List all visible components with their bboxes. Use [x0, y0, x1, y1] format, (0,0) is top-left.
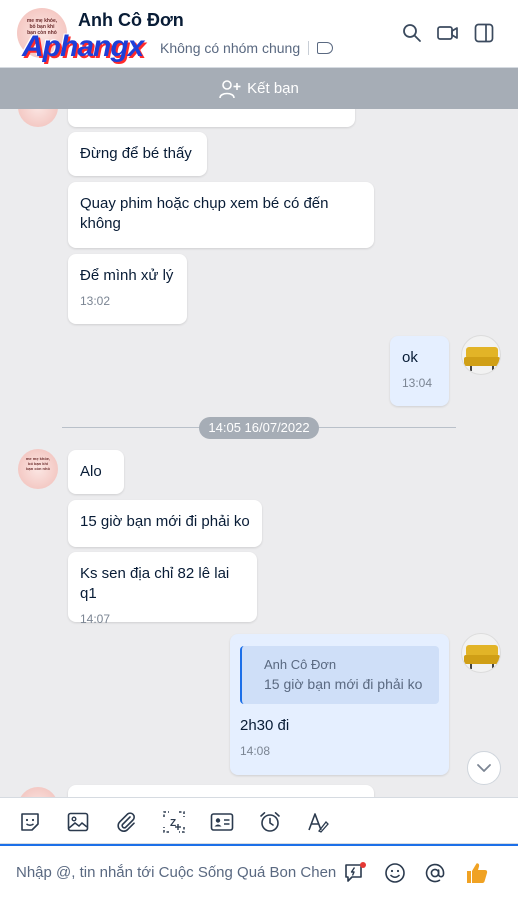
sender-avatar[interactable]: me mẹ khỏe, bố bạn khi bạn còn nhỏ [18, 449, 58, 489]
quoted-message[interactable]: Anh Cô Đơn 15 giờ bạn mới đi phải ko [240, 646, 439, 704]
search-button[interactable] [399, 20, 425, 46]
avatar-caption: me mẹ khỏe, bố bạn khi bạn còn nhỏ [25, 456, 51, 471]
sidebar-toggle-icon [474, 23, 494, 43]
scroll-to-bottom-button[interactable] [467, 751, 501, 785]
tag-icon[interactable] [317, 42, 334, 54]
common-groups-text[interactable]: Không có nhóm chung [160, 40, 300, 56]
message-text: 2h30 đi [240, 717, 290, 734]
date-separator: 14:05 16/07/2022 [62, 417, 456, 439]
mention-button[interactable] [422, 860, 448, 886]
message-text: Đừng để bé thấy [80, 145, 192, 162]
text-format-button[interactable] [305, 809, 331, 835]
message-bubble-partial[interactable] [68, 785, 374, 797]
send-like-button[interactable] [464, 860, 490, 886]
emoji-button[interactable] [382, 860, 408, 886]
video-call-button[interactable] [435, 20, 461, 46]
message-bubble[interactable]: 15 giờ bạn mới đi phải ko [68, 500, 262, 547]
my-avatar[interactable] [461, 335, 501, 375]
message-bubble[interactable]: Để mình xử lý 13:02 [68, 254, 187, 324]
divider [308, 41, 310, 55]
contact-card-icon [210, 813, 234, 831]
message-text: 15 giờ bạn mới đi phải ko [80, 513, 250, 530]
quick-message-button[interactable] [342, 860, 368, 886]
sticker-button[interactable] [17, 809, 43, 835]
quoted-text: 15 giờ bạn mới đi phải ko [264, 676, 423, 692]
contact-subtitle-row: Không có nhóm chung [160, 38, 339, 58]
text-format-icon [308, 813, 329, 833]
screenshot-button[interactable]: Z [161, 809, 187, 835]
screenshot-icon: Z [163, 811, 185, 833]
send-image-button[interactable] [65, 809, 91, 835]
attach-file-button[interactable] [113, 809, 139, 835]
date-separator-label: 14:05 16/07/2022 [199, 417, 319, 439]
thumbs-up-icon [467, 863, 488, 883]
message-composer [0, 844, 518, 897]
send-contact-button[interactable] [209, 809, 235, 835]
attachment-icon [117, 812, 135, 832]
add-friend-icon [219, 79, 241, 98]
message-bubble[interactable]: Đừng để bé thấy [68, 132, 207, 176]
my-message-bubble[interactable]: Anh Cô Đơn 15 giờ bạn mới đi phải ko 2h3… [230, 634, 449, 775]
message-time: 13:02 [80, 294, 111, 308]
sender-avatar[interactable] [18, 787, 58, 797]
composer-toolbar: Z [0, 797, 518, 844]
message-text: Ks sen địa chỉ 82 lê lai q1 [80, 565, 230, 602]
sticker-icon [21, 813, 39, 831]
message-list[interactable]: Đừng để bé thấy Quay phim hoặc chụp xem … [0, 109, 518, 797]
message-text: ok [402, 349, 418, 366]
add-friend-label: Kết bạn [247, 80, 299, 97]
search-icon [403, 24, 421, 42]
message-time: 13:04 [402, 376, 433, 390]
add-friend-button[interactable]: Kết bạn [0, 68, 518, 109]
chevron-down-icon [477, 764, 491, 772]
my-message-bubble[interactable]: ok 13:04 [390, 336, 449, 406]
image-icon [67, 812, 89, 832]
message-text: Alo [80, 463, 102, 480]
message-bubble-partial[interactable] [68, 109, 355, 127]
message-bubble[interactable]: Quay phim hoặc chụp xem bé có đến không [68, 182, 374, 248]
message-text: Để mình xử lý [80, 267, 174, 284]
mention-icon [425, 863, 445, 883]
message-bubble[interactable]: Ks sen địa chỉ 82 lê lai q1 14:07 [68, 552, 257, 626]
contact-name[interactable]: Anh Cô Đơn [78, 10, 184, 31]
reminder-button[interactable] [257, 809, 283, 835]
quoted-sender: Anh Cô Đơn [264, 657, 337, 672]
watermark-logo: Aphangx [22, 30, 144, 63]
reminder-icon [260, 812, 280, 832]
conversation-info-button[interactable] [471, 20, 497, 46]
quick-message-icon [345, 862, 366, 882]
video-call-icon [437, 26, 458, 40]
chat-header: me mẹ khỏe, bố bạn khi bạn còn nhỏ Aphan… [0, 0, 518, 68]
message-time: 14:08 [240, 744, 271, 758]
my-avatar[interactable] [461, 633, 501, 673]
message-input[interactable] [16, 860, 336, 884]
emoji-icon [385, 863, 405, 883]
message-time: 14:07 [80, 612, 111, 626]
message-bubble[interactable]: Alo [68, 450, 124, 494]
message-text: Quay phim hoặc chụp xem bé có đến không [80, 195, 329, 232]
sender-avatar[interactable] [18, 109, 58, 127]
